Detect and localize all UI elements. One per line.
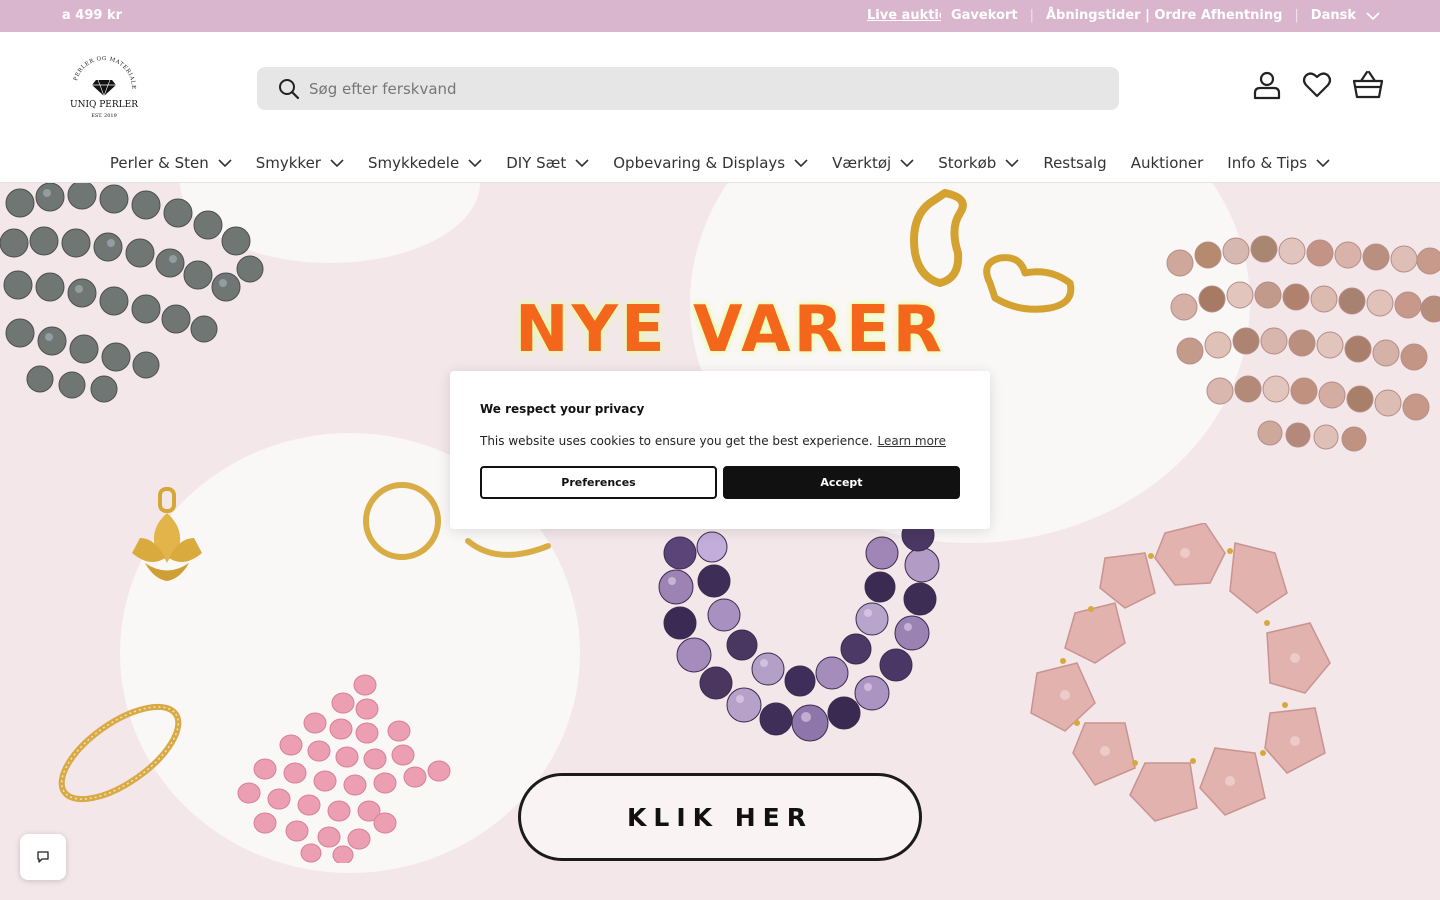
- chevron-down-icon: [1366, 11, 1380, 20]
- nav-item-auktioner[interactable]: Auktioner: [1119, 144, 1216, 172]
- chat-icon: [37, 851, 49, 863]
- chevron-down-icon: [468, 159, 482, 167]
- main-navigation: Perler & Sten Smykker Smykkedele DIY Sæt…: [0, 144, 1440, 183]
- nav-item-smykker[interactable]: Smykker: [244, 144, 356, 172]
- site-header: PERLER OG MATERIALER UNIQ PERLER EST. 20…: [0, 32, 1440, 144]
- cta-button[interactable]: KLIK HER: [518, 773, 922, 861]
- nav-label: Opbevaring & Displays: [613, 154, 786, 172]
- nav-label: Smykker: [255, 154, 321, 172]
- chevron-down-icon: [330, 159, 344, 167]
- agate-bead-bracelets-image: [1166, 235, 1440, 452]
- preferences-button[interactable]: Preferences: [480, 466, 717, 499]
- nav-label: Smykkedele: [367, 154, 460, 172]
- pink-rough-stone-bracelet-image: [1030, 523, 1331, 822]
- announcement-bar: a 499 kr Live auktion Gavekort | Åbnings…: [0, 0, 1440, 32]
- live-auction-link[interactable]: Live auktion: [867, 8, 941, 23]
- nav-label: Auktioner: [1130, 154, 1204, 172]
- nav-item-opbevaring-displays[interactable]: Opbevaring & Displays: [601, 144, 820, 172]
- hero-title: NYE VARER: [515, 293, 945, 367]
- chevron-down-icon: [794, 159, 808, 167]
- language-selector[interactable]: Dansk: [1311, 8, 1380, 23]
- cookie-message-text: This website uses cookies to ensure you …: [480, 434, 873, 448]
- amethyst-bracelets-image: [658, 523, 940, 742]
- nav-item-diy-saet[interactable]: DIY Sæt: [494, 144, 601, 172]
- labradorite-bracelets-image: [0, 183, 264, 403]
- chevron-down-icon: [900, 159, 914, 167]
- nav-label: Info & Tips: [1227, 154, 1308, 172]
- separator: |: [1029, 8, 1034, 23]
- chevron-down-icon: [1316, 159, 1330, 167]
- nav-label: Restsalg: [1043, 154, 1107, 172]
- search-bar[interactable]: [257, 67, 1119, 110]
- nav-label: Værktøj: [832, 154, 892, 172]
- pink-pearls-image: [237, 674, 451, 863]
- nav-item-smykkedele[interactable]: Smykkedele: [356, 144, 494, 172]
- announcement-links: Live auktion Gavekort | Åbningstider | O…: [867, 8, 1380, 23]
- nav-label: Storkøb: [938, 154, 997, 172]
- opening-hours-link[interactable]: Åbningstider | Ordre Afhentning: [1046, 8, 1282, 23]
- nav-item-restsalg[interactable]: Restsalg: [1031, 144, 1118, 172]
- cart-basket-icon[interactable]: [1352, 70, 1384, 100]
- nav-item-info-tips[interactable]: Info & Tips: [1215, 144, 1342, 172]
- chevron-down-icon: [218, 159, 232, 167]
- gold-bangle-image: [58, 703, 182, 803]
- nav-item-perler-sten[interactable]: Perler & Sten: [98, 144, 244, 172]
- cookie-title: We respect your privacy: [480, 402, 645, 416]
- accept-button[interactable]: Accept: [723, 466, 960, 499]
- header-icons: [1252, 70, 1384, 100]
- cookie-message: This website uses cookies to ensure you …: [480, 434, 946, 448]
- chat-button[interactable]: [20, 834, 66, 880]
- wishlist-heart-icon[interactable]: [1302, 70, 1332, 100]
- account-icon[interactable]: [1252, 70, 1282, 100]
- logo-name: UNIQ PERLER: [70, 100, 138, 110]
- hero-banner[interactable]: NYE VARER KLIK HER: [0, 183, 1440, 900]
- search-icon[interactable]: [277, 77, 301, 101]
- chevron-down-icon: [575, 159, 589, 167]
- promo-text: a 499 kr: [62, 8, 123, 23]
- nav-item-vaerktoj[interactable]: Værktøj: [820, 144, 926, 172]
- chevron-down-icon: [1005, 159, 1019, 167]
- cookie-consent-dialog: We respect your privacy This website use…: [450, 371, 990, 529]
- logo[interactable]: PERLER OG MATERIALER UNIQ PERLER EST. 20…: [62, 50, 144, 122]
- gift-card-link[interactable]: Gavekort: [951, 8, 1018, 23]
- nav-item-storkob[interactable]: Storkøb: [926, 144, 1031, 172]
- search-input[interactable]: [309, 67, 1089, 110]
- learn-more-link[interactable]: Learn more: [878, 434, 946, 448]
- separator: |: [1294, 8, 1299, 23]
- logo-est: EST. 2019: [91, 113, 117, 119]
- language-label: Dansk: [1310, 8, 1356, 23]
- logo-mark: PERLER OG MATERIALER UNIQ PERLER EST. 20…: [62, 50, 139, 119]
- nav-label: DIY Sæt: [506, 154, 567, 172]
- gold-lotus-pendant-image: [132, 487, 202, 581]
- nav-label: Perler & Sten: [109, 154, 209, 172]
